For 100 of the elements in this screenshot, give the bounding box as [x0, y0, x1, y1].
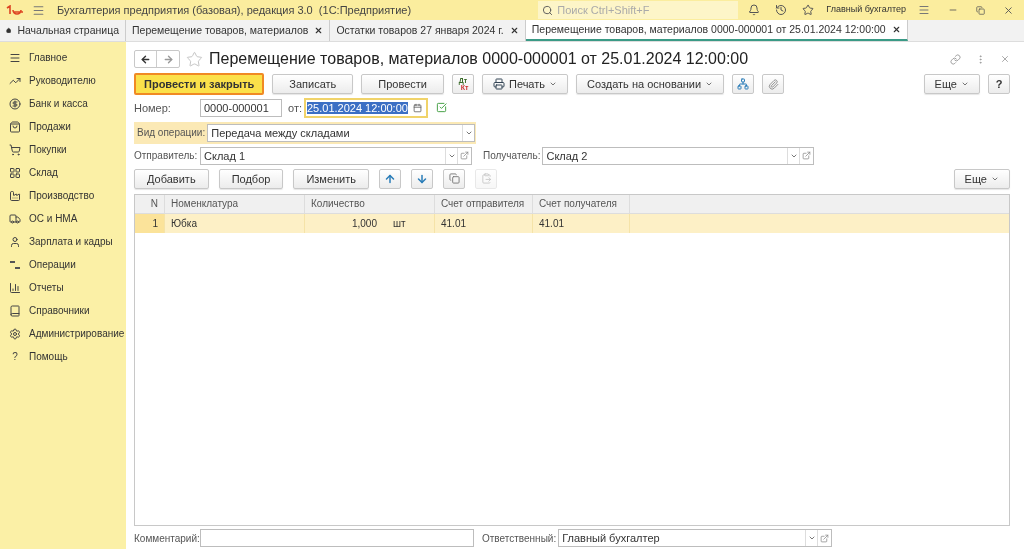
more-button[interactable]: Еще: [953, 168, 1010, 189]
help-icon: ?: [9, 349, 21, 364]
recipient-select[interactable]: Склад 2: [542, 146, 815, 165]
sidebar-item[interactable]: Отчеты: [0, 276, 126, 299]
sidebar-item[interactable]: Зарплата и кадры: [0, 230, 126, 253]
field-label: Комментарий:: [134, 531, 200, 546]
person-icon: [9, 235, 21, 248]
book-icon: [9, 304, 21, 317]
sidebar-item[interactable]: ОС и НМА: [0, 207, 126, 230]
table-toolbar-button[interactable]: Добавить: [134, 168, 209, 189]
caret-icon: [705, 80, 714, 88]
close-icon[interactable]: [891, 25, 901, 34]
sender-select[interactable]: Склад 1: [200, 146, 472, 165]
back-icon: [140, 53, 151, 65]
structure-button[interactable]: [732, 74, 755, 94]
create-based-on-button[interactable]: Создать на основании: [576, 74, 725, 94]
open-icon: [802, 151, 812, 161]
sidebar-item[interactable]: Производство: [0, 184, 126, 207]
table-toolbar-button[interactable]: Изменить: [293, 168, 369, 189]
more-button[interactable]: Еще: [923, 74, 980, 94]
sidebar-item[interactable]: Операции: [0, 253, 126, 276]
tab[interactable]: Перемещение товаров, материалов 0000-000001 от 25.01.2024 12:00:00: [525, 20, 908, 41]
open-icon: [820, 533, 830, 543]
printer-icon: [493, 78, 505, 90]
table-cell: 41.01: [435, 213, 533, 233]
field-label: от:: [288, 100, 302, 116]
post-and-close-button[interactable]: Провести и закрыть: [134, 73, 265, 95]
number-field[interactable]: 0000-000001: [200, 98, 282, 117]
comment-field[interactable]: [200, 529, 474, 548]
help-button[interactable]: ?: [988, 74, 1010, 94]
cart-icon: [9, 143, 21, 156]
check-icon[interactable]: [436, 102, 447, 114]
attach-button[interactable]: [762, 74, 785, 94]
column-header[interactable]: Количество: [305, 194, 435, 213]
factory-icon: [9, 189, 21, 202]
star-icon[interactable]: [802, 4, 815, 16]
bar-chart-icon: [9, 281, 21, 294]
arrow-down-icon: [416, 172, 428, 185]
bag-icon: [9, 120, 21, 133]
search-icon: [542, 4, 554, 16]
tab-label: Перемещение товаров, материалов: [132, 22, 309, 38]
paperclip-icon: [767, 78, 779, 90]
calendar-icon[interactable]: [412, 102, 422, 113]
close-icon[interactable]: [509, 26, 519, 35]
copy-icon: [448, 173, 460, 185]
tab-label: Начальная страница: [17, 22, 119, 38]
table-toolbar-button[interactable]: Подбор: [218, 168, 284, 189]
restore-icon[interactable]: [976, 5, 985, 15]
table-cell: 41.01: [533, 213, 630, 233]
table-cell-text: 1,000: [350, 216, 377, 231]
move-up-button[interactable]: [379, 168, 401, 189]
sidebar-item[interactable]: Продажи: [0, 115, 126, 138]
history-icon[interactable]: [775, 4, 788, 16]
structure-icon: [737, 78, 750, 90]
sidebar-item[interactable]: Покупки: [0, 138, 126, 161]
sidebar-item[interactable]: Руководителю: [0, 69, 126, 92]
sidebar-item[interactable]: ? Помощь: [0, 345, 126, 368]
settings-icon: [9, 327, 21, 340]
field-label: Ответственный:: [482, 531, 557, 546]
print-button[interactable]: Печать: [482, 74, 569, 94]
settings-menu-icon[interactable]: [918, 4, 930, 16]
dt-kt-icon: [9, 258, 21, 271]
copy-button[interactable]: [443, 168, 465, 189]
paste-icon: [480, 173, 492, 185]
column-header[interactable]: Номенклатура: [165, 194, 305, 213]
close-icon[interactable]: [314, 26, 324, 35]
link-icon[interactable]: [950, 53, 961, 65]
grid-icon: [9, 166, 21, 179]
table-cell: Юбка: [165, 213, 305, 233]
bell-icon[interactable]: [748, 4, 761, 16]
move-down-button[interactable]: [411, 168, 433, 189]
caret-icon: [961, 80, 969, 88]
table-cell-text: шт: [393, 216, 406, 231]
caret-icon: [549, 80, 558, 88]
menu-icon[interactable]: [32, 3, 45, 17]
toolbar-button[interactable]: Провести: [361, 74, 444, 94]
sidebar-item[interactable]: Главное: [0, 46, 126, 69]
tab-label: Остатки товаров 27 января 2024 г.: [336, 22, 504, 38]
toolbar-button[interactable]: Записать: [272, 74, 354, 94]
forward-icon: [162, 53, 174, 65]
sidebar-item[interactable]: Справочники: [0, 299, 126, 322]
coin-icon: [9, 97, 21, 110]
open-icon: [460, 151, 469, 161]
field-label: Номер:: [134, 100, 172, 116]
logo-icon: [6, 5, 24, 15]
responsible-select[interactable]: Главный бухгалтер: [558, 529, 833, 548]
user-name[interactable]: Главный бухгалтер: [826, 3, 906, 17]
date-field[interactable]: 25.01.2024 12:00:00: [304, 97, 428, 118]
column-header[interactable]: Счет отправителя: [435, 194, 533, 213]
column-header[interactable]: N: [135, 194, 165, 213]
sidebar-item[interactable]: Банк и касса: [0, 92, 126, 115]
sidebar-item[interactable]: Администрирование: [0, 322, 126, 345]
app-title: Бухгалтерия предприятия (базовая), редакция 3.0 (1С:Предприятие): [57, 2, 412, 18]
operation-select[interactable]: Передача между складами: [207, 123, 476, 142]
truck-icon: [9, 212, 21, 225]
favorite-star-icon[interactable]: [186, 50, 203, 68]
column-header[interactable]: Счет получателя: [533, 194, 630, 213]
field-label: Получатель:: [483, 149, 541, 164]
field-label: Отправитель:: [134, 149, 199, 164]
sidebar-item[interactable]: Склад: [0, 161, 126, 184]
